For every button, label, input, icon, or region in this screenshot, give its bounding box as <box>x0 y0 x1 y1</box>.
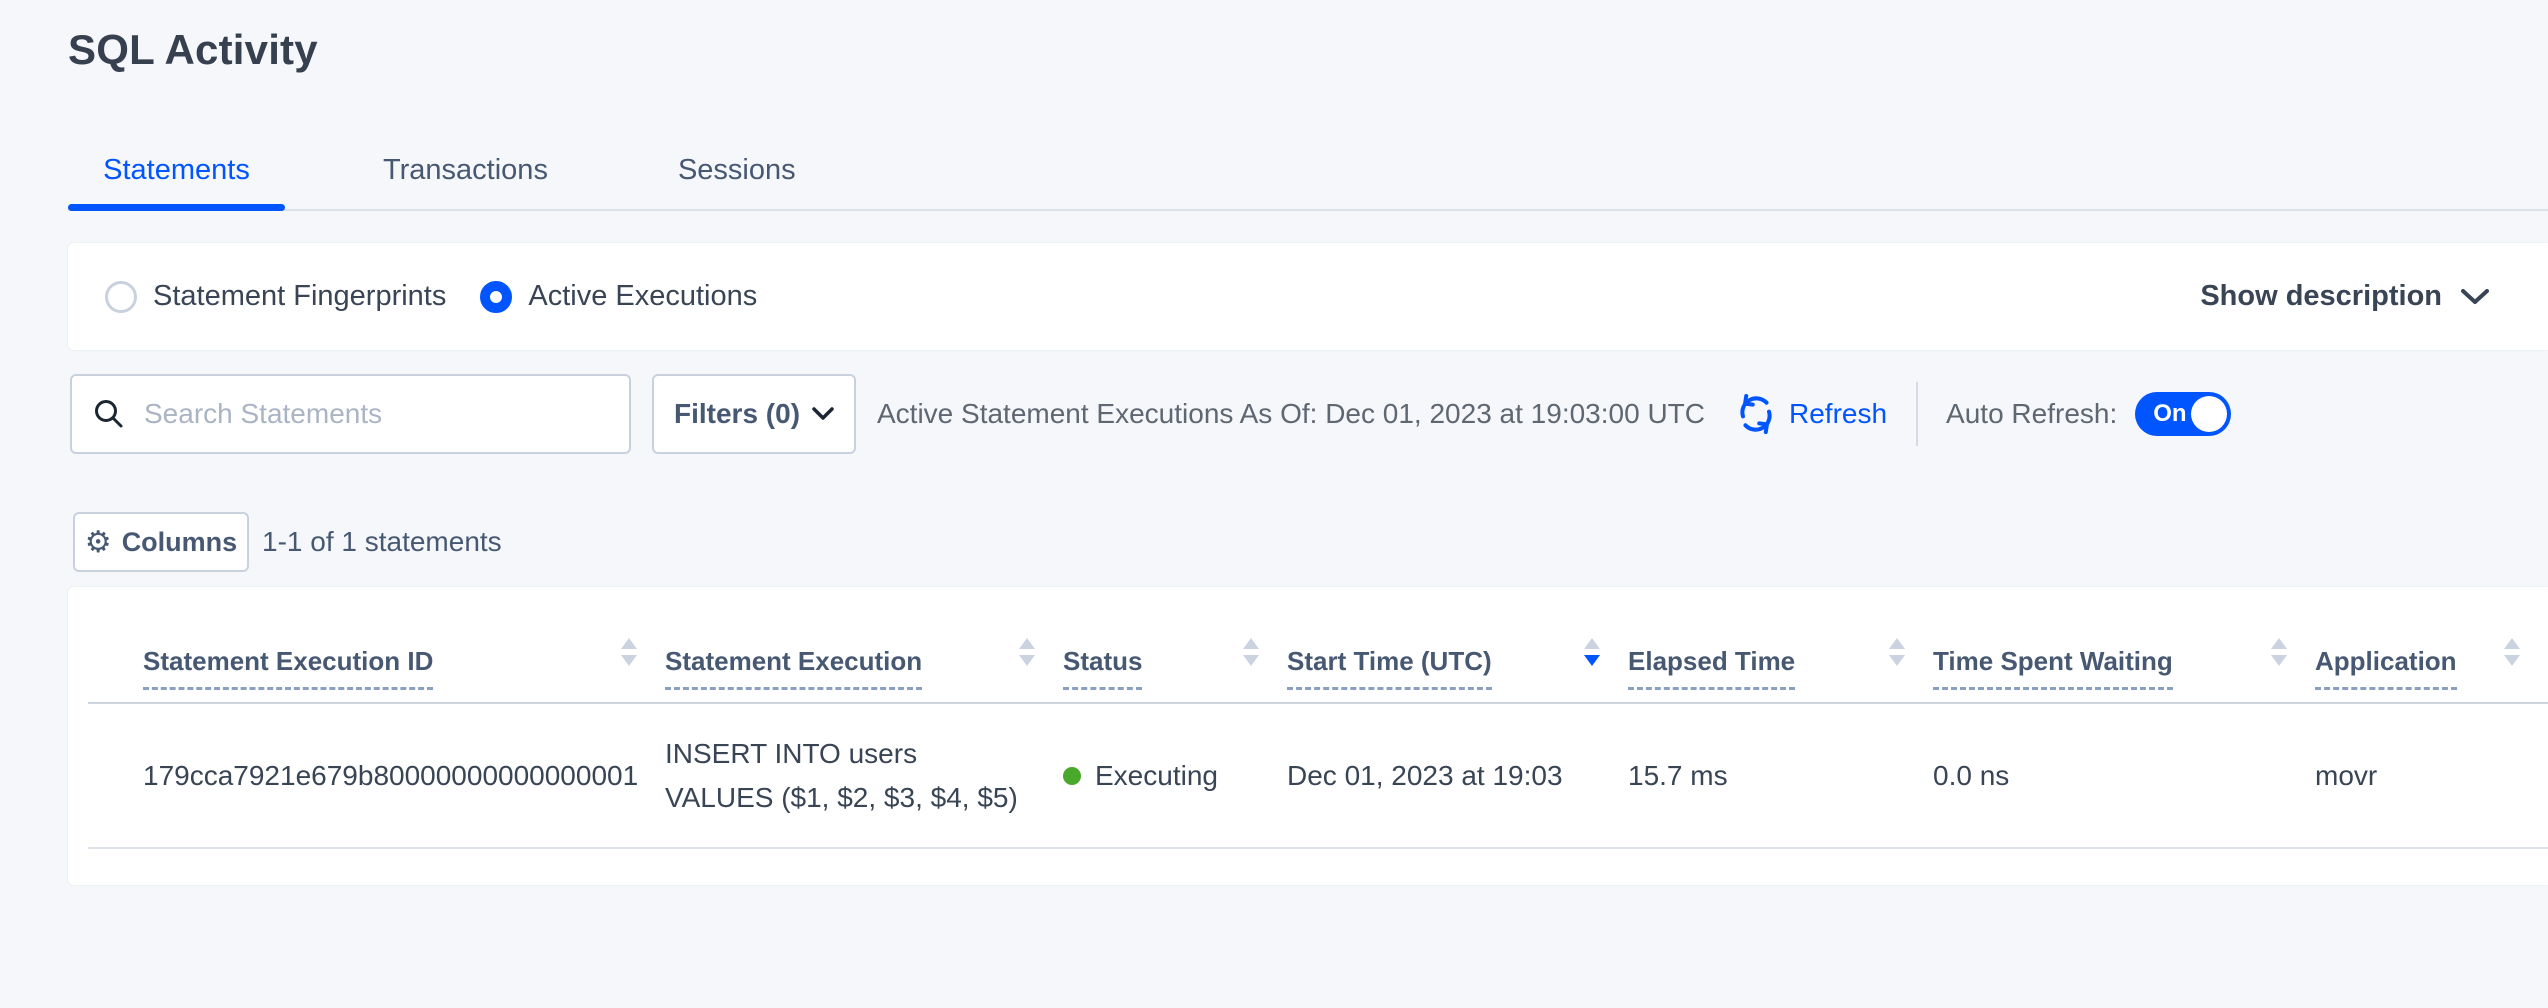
show-description-button[interactable]: Show description <box>2200 280 2490 313</box>
gear-icon: ⚙ <box>85 525 112 560</box>
chevron-down-icon <box>2460 288 2490 306</box>
as-of-timestamp: Active Statement Executions As Of: Dec 0… <box>877 398 1705 430</box>
statement-text[interactable]: INSERT INTO users VALUES ($1, $2, $3, $4… <box>665 732 1025 820</box>
page-title: SQL Activity <box>68 26 2548 74</box>
column-label: Start Time (UTC) <box>1287 646 1492 690</box>
sort-arrows-icon[interactable] <box>1889 638 1905 666</box>
column-header-statement-execution[interactable]: Statement Execution <box>665 587 1063 702</box>
radio-statement-fingerprints-label: Statement Fingerprints <box>153 280 446 313</box>
vertical-divider <box>1916 382 1918 446</box>
refresh-icon <box>1733 391 1779 437</box>
status-executing-dot-icon <box>1063 767 1081 785</box>
column-label: Elapsed Time <box>1628 646 1795 690</box>
tab-sessions[interactable]: Sessions <box>678 154 796 209</box>
sort-arrows-desc-icon[interactable] <box>1584 638 1600 666</box>
radio-selected-icon[interactable] <box>480 281 512 313</box>
cell-execution-id: 179cca7921e679b80000000000000001 <box>88 704 665 847</box>
auto-refresh-toggle[interactable]: On <box>2135 392 2231 436</box>
chevron-down-icon <box>812 407 834 421</box>
search-icon <box>92 397 126 431</box>
view-mode-card: Statement Fingerprints Active Executions… <box>68 243 2548 350</box>
auto-refresh-label: Auto Refresh: <box>1946 398 2117 430</box>
column-header-elapsed-time[interactable]: Elapsed Time <box>1628 587 1933 702</box>
filters-button[interactable]: Filters (0) <box>652 374 856 454</box>
table-header-row: Statement Execution ID Statement Executi… <box>88 587 2548 704</box>
column-label: Application <box>2315 646 2457 690</box>
cell-elapsed-time: 15.7 ms <box>1628 704 1933 847</box>
columns-button[interactable]: ⚙ Columns <box>73 512 249 572</box>
result-count: 1-1 of 1 statements <box>262 526 502 558</box>
show-description-label: Show description <box>2200 280 2442 313</box>
sort-arrows-icon[interactable] <box>2504 638 2520 666</box>
cell-statement[interactable]: INSERT INTO users VALUES ($1, $2, $3, $4… <box>665 704 1063 847</box>
filters-label: Filters (0) <box>674 398 800 430</box>
tab-bar: Statements Transactions Sessions <box>68 154 2548 211</box>
column-header-application[interactable]: Application <box>2315 587 2548 702</box>
column-label: Status <box>1063 646 1142 690</box>
tab-transactions[interactable]: Transactions <box>383 154 548 209</box>
cell-time-spent-waiting: 0.0 ns <box>1933 704 2315 847</box>
column-header-time-spent-waiting[interactable]: Time Spent Waiting <box>1933 587 2315 702</box>
search-box[interactable] <box>70 374 631 454</box>
cell-application: movr <box>2315 704 2548 847</box>
search-input[interactable] <box>144 398 609 430</box>
columns-button-label: Columns <box>122 527 238 558</box>
radio-active-executions[interactable]: Active Executions <box>480 280 757 313</box>
sort-arrows-icon[interactable] <box>1019 638 1035 666</box>
cell-start-time: Dec 01, 2023 at 19:03 <box>1287 704 1628 847</box>
column-label: Time Spent Waiting <box>1933 646 2173 690</box>
auto-refresh-state: On <box>2153 400 2186 428</box>
statements-table: Statement Execution ID Statement Executi… <box>68 587 2548 885</box>
refresh-button[interactable]: Refresh <box>1733 391 1887 437</box>
sort-arrows-icon[interactable] <box>621 638 637 666</box>
controls-row: Filters (0) Active Statement Executions … <box>68 374 2548 454</box>
column-header-status[interactable]: Status <box>1063 587 1287 702</box>
sql-activity-page: SQL Activity Statements Transactions Ses… <box>0 26 2548 1008</box>
cell-status: Executing <box>1063 704 1287 847</box>
sort-arrows-icon[interactable] <box>2271 638 2287 666</box>
column-header-start-time[interactable]: Start Time (UTC) <box>1287 587 1628 702</box>
column-label: Statement Execution <box>665 646 922 690</box>
table-controls-row: ⚙ Columns 1-1 of 1 statements <box>68 512 2548 572</box>
radio-unselected-icon[interactable] <box>105 281 137 313</box>
refresh-label: Refresh <box>1789 398 1887 430</box>
radio-active-executions-label: Active Executions <box>528 280 757 313</box>
toggle-knob[interactable] <box>2191 396 2227 432</box>
column-header-statement-execution-id[interactable]: Statement Execution ID <box>88 587 665 702</box>
status-text: Executing <box>1095 760 1218 792</box>
table-row[interactable]: 179cca7921e679b80000000000000001 INSERT … <box>88 704 2548 849</box>
sort-arrows-icon[interactable] <box>1243 638 1259 666</box>
column-label: Statement Execution ID <box>143 646 433 690</box>
radio-statement-fingerprints[interactable]: Statement Fingerprints <box>105 280 446 313</box>
tab-statements[interactable]: Statements <box>68 154 285 209</box>
